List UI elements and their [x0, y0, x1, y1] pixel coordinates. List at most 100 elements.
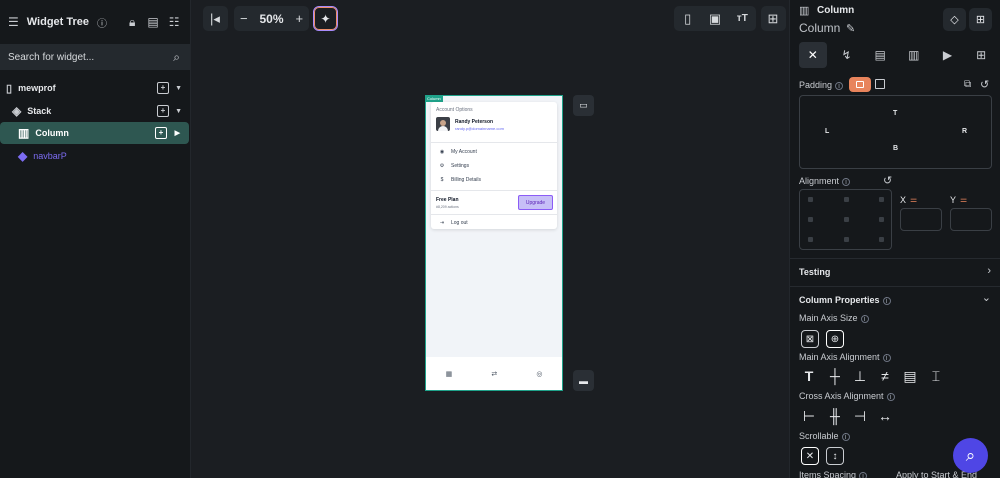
padding-right-label[interactable]: R: [962, 128, 967, 135]
padding-editor[interactable]: T L R B: [799, 95, 992, 169]
upgrade-button[interactable]: Upgrade: [518, 195, 553, 210]
add-child-icon[interactable]: +: [157, 82, 169, 94]
info-icon[interactable]: i: [882, 354, 891, 362]
widget-search-input[interactable]: [8, 51, 148, 63]
scrollable-off-button[interactable]: ✕: [801, 447, 819, 465]
align-dot[interactable]: [808, 197, 813, 202]
align-dot[interactable]: [808, 237, 813, 242]
align-start-button[interactable]: T: [800, 367, 818, 385]
sort-icon[interactable]: ☷: [169, 15, 180, 29]
cross-stretch-button[interactable]: ↔: [876, 407, 894, 425]
edit-icon[interactable]: ✎: [846, 22, 855, 35]
gem-button[interactable]: ◇: [943, 8, 966, 31]
add-child-icon[interactable]: +: [155, 127, 167, 139]
cross-center-button[interactable]: ╫: [826, 407, 844, 425]
menu-item-label: Billing Details: [451, 177, 482, 183]
tree-item-column[interactable]: ▥ Column + ▶: [0, 122, 189, 144]
tab-backend-query[interactable]: ▤: [866, 42, 894, 68]
variable-icon[interactable]: ⚌: [960, 195, 967, 204]
tree-view-button[interactable]: ⊞: [761, 6, 786, 31]
info-icon[interactable]: i: [835, 82, 844, 90]
chevron-right-icon[interactable]: ▶: [175, 129, 180, 137]
y-input[interactable]: [950, 208, 992, 231]
collapse-panel-button[interactable]: |◂: [203, 6, 228, 31]
add-widget-button[interactable]: ⊞: [969, 8, 992, 31]
variable-icon[interactable]: ⚌: [910, 195, 917, 204]
align-dot[interactable]: [844, 217, 849, 222]
align-dot[interactable]: [879, 197, 884, 202]
copy-icon[interactable]: ⧉: [964, 79, 971, 90]
search-icon[interactable]: ⌕: [173, 50, 180, 65]
tab-add-component[interactable]: ⊞: [967, 42, 995, 68]
padding-top-label[interactable]: T: [893, 110, 897, 117]
layout-icon[interactable]: ▤: [147, 15, 158, 29]
zoom-in-button[interactable]: +: [290, 7, 309, 31]
info-icon[interactable]: i: [860, 315, 869, 323]
alignment-grid[interactable]: [799, 189, 892, 250]
align-space-between-button[interactable]: ≠: [876, 367, 894, 385]
testing-section[interactable]: Testing ›: [790, 258, 1000, 286]
reset-icon[interactable]: ↺: [980, 78, 989, 91]
menu-item-my-account[interactable]: ◉ My Account: [439, 149, 477, 155]
padding-custom-toggle[interactable]: [875, 79, 885, 89]
widget-name[interactable]: Column: [799, 21, 840, 35]
grid-icon[interactable]: ▦: [446, 370, 453, 378]
tree-list-icon[interactable]: ☰: [8, 15, 19, 29]
x-input[interactable]: [900, 208, 942, 231]
info-icon[interactable]: i: [842, 178, 851, 186]
info-icon[interactable]: i: [882, 297, 891, 305]
menu-item-settings[interactable]: ⚙ Settings: [439, 163, 469, 169]
tablet-preview-icon[interactable]: ▣: [703, 7, 727, 31]
info-icon[interactable]: ⓘ: [97, 15, 107, 30]
phone-preview-icon[interactable]: ▯: [676, 7, 700, 31]
align-dot[interactable]: [808, 217, 813, 222]
device-frame-button[interactable]: ▬: [573, 370, 594, 391]
cross-end-button[interactable]: ⊣: [851, 407, 869, 425]
tab-layout[interactable]: ▥: [900, 42, 928, 68]
tab-animations[interactable]: ▶: [934, 42, 962, 68]
add-child-icon[interactable]: +: [157, 105, 169, 117]
tab-actions[interactable]: ↯: [833, 42, 861, 68]
align-dot[interactable]: [844, 237, 849, 242]
lock-icon[interactable]: 🔒︎: [129, 15, 135, 30]
padding-left-label[interactable]: L: [825, 128, 829, 135]
tab-properties[interactable]: ✕: [799, 42, 827, 68]
align-dot[interactable]: [879, 237, 884, 242]
scrollable-on-button[interactable]: ↕: [826, 447, 844, 465]
chevron-down-icon[interactable]: ⌄: [982, 291, 991, 304]
swap-icon[interactable]: ⇄: [491, 370, 497, 378]
info-icon[interactable]: i: [841, 433, 850, 441]
chevron-down-icon[interactable]: ▼: [175, 85, 182, 92]
add-box-icon: ⊞: [975, 14, 986, 26]
info-icon[interactable]: i: [886, 393, 895, 401]
align-dot[interactable]: [844, 197, 849, 202]
padding-uniform-toggle[interactable]: [849, 77, 871, 92]
menu-item-billing[interactable]: $ Billing Details: [439, 177, 481, 183]
chevron-right-icon[interactable]: ›: [987, 265, 991, 277]
phone-preview[interactable]: Column Account Options Randy Peterson ra…: [425, 95, 563, 391]
axis-size-max-button[interactable]: ⊕: [826, 330, 844, 348]
reset-icon[interactable]: ↺: [883, 174, 892, 187]
info-icon[interactable]: i: [859, 472, 868, 478]
tree-item-navbarp[interactable]: ◆ navbarP: [0, 145, 191, 167]
widget-tree-panel: ☰ Widget Tree ⓘ 🔒︎ ▤ ☷ ⌕ ▯ mewprof + ▼ ◈…: [0, 0, 196, 478]
align-dot[interactable]: [879, 217, 884, 222]
text-scale-icon[interactable]: ᴛT: [730, 7, 754, 31]
axis-size-min-button[interactable]: ⊠: [801, 330, 819, 348]
profile-icon[interactable]: ◎: [536, 370, 542, 378]
zoom-out-button[interactable]: −: [234, 7, 253, 31]
padding-bottom-label[interactable]: B: [893, 145, 898, 152]
menu-item-logout[interactable]: ⇥ Log out: [439, 220, 468, 226]
align-space-evenly-button[interactable]: ⌶: [927, 367, 945, 385]
ai-gen-button[interactable]: ✦: [313, 6, 338, 31]
widget-action-button[interactable]: ▭: [573, 95, 594, 116]
account-card[interactable]: Account Options Randy Peterson randy.p@d…: [431, 102, 557, 229]
search-fab-button[interactable]: ⌕: [953, 438, 988, 473]
align-center-button[interactable]: ┼: [826, 367, 844, 385]
cross-start-button[interactable]: ⊢: [800, 407, 818, 425]
chevron-down-icon[interactable]: ▼: [175, 108, 182, 115]
tree-item-mewprof[interactable]: ▯ mewprof + ▼: [0, 77, 191, 99]
align-end-button[interactable]: ⊥: [851, 367, 869, 385]
tree-item-stack[interactable]: ◈ Stack + ▼: [0, 100, 191, 122]
align-space-around-button[interactable]: ▤: [901, 367, 919, 385]
